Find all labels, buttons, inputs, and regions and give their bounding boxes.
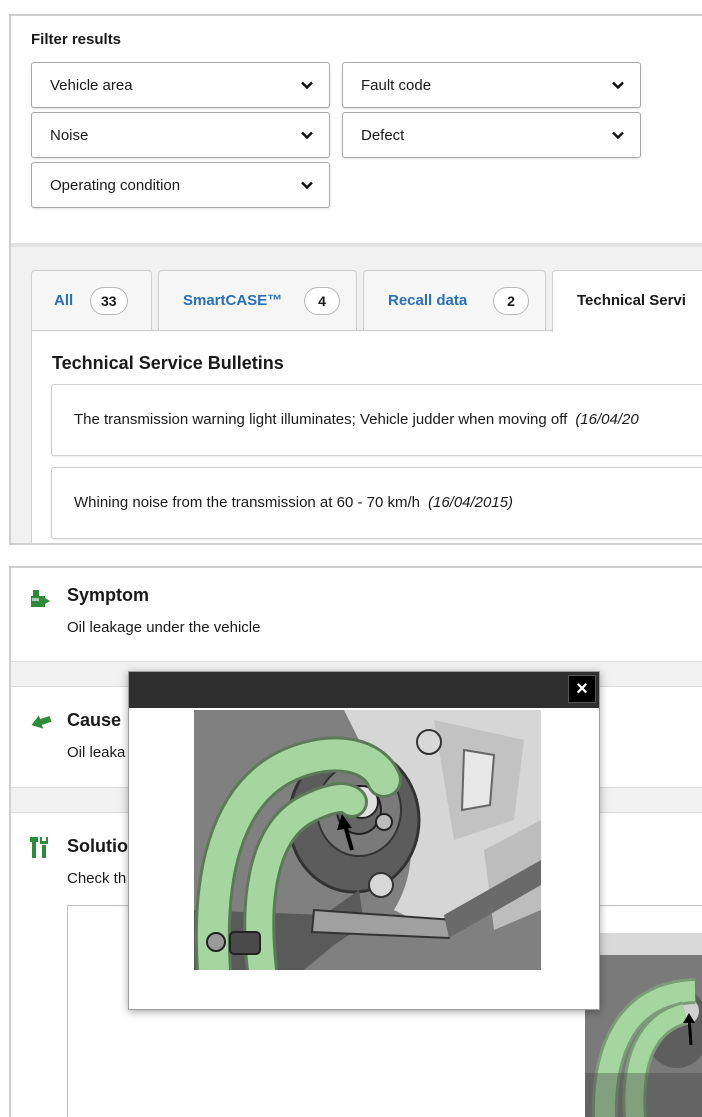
- bulletin-title: The transmission warning light illuminat…: [74, 411, 568, 428]
- count-badge: 33: [90, 287, 128, 315]
- cause-icon: [31, 715, 52, 729]
- cause-text: Oil leaka: [67, 744, 126, 761]
- dropdown-label: Noise: [50, 127, 89, 144]
- symptom-text: Oil leakage under the vehicle: [67, 619, 261, 636]
- bulletin-text: Whining noise from the transmission at 6…: [74, 494, 513, 511]
- chevron-down-icon: [612, 131, 624, 140]
- filter-title: Filter results: [31, 31, 122, 48]
- symptom-icon: [31, 590, 50, 607]
- tab-label: Technical Servi: [577, 292, 686, 309]
- chevron-down-icon: [612, 81, 624, 90]
- count-badge: 2: [493, 287, 529, 315]
- noise-dropdown[interactable]: Noise: [31, 112, 330, 158]
- close-button[interactable]: ×: [568, 675, 596, 703]
- transmission-illustration: [194, 710, 541, 970]
- bulletin-item[interactable]: The transmission warning light illuminat…: [51, 384, 702, 456]
- tab-recall-data[interactable]: Recall data 2: [363, 270, 546, 330]
- image-lightbox-modal: ×: [128, 671, 600, 1010]
- bulletin-title: Whining noise from the transmission at 6…: [74, 494, 420, 511]
- tab-content-panel: Technical Service Bulletins The transmis…: [31, 330, 702, 543]
- tab-label: All: [54, 292, 74, 309]
- dropdown-label: Defect: [361, 127, 405, 144]
- filter-section: Filter results Vehicle area Fault code N…: [11, 16, 702, 243]
- bulletin-text: The transmission warning light illuminat…: [74, 411, 639, 428]
- dropdown-label: Fault code: [361, 77, 432, 94]
- tab-label: SmartCASE™: [183, 292, 283, 309]
- solution-text: Check th: [67, 870, 127, 887]
- fault-code-dropdown[interactable]: Fault code: [342, 62, 641, 108]
- bulletin-date: (16/04/20: [575, 411, 639, 428]
- tab-all[interactable]: All 33: [31, 270, 152, 330]
- bulletin-date: (16/04/2015): [427, 494, 514, 511]
- solution-title: Solutio: [67, 836, 128, 856]
- search-results-panel: Filter results Vehicle area Fault code N…: [9, 14, 702, 545]
- dropdown-label: Vehicle area: [50, 77, 133, 94]
- tab-label: Recall data: [388, 292, 468, 309]
- chevron-down-icon: [301, 81, 313, 90]
- tab-smartcase[interactable]: SmartCASE™ 4: [158, 270, 357, 330]
- defect-dropdown[interactable]: Defect: [342, 112, 641, 158]
- count-badge: 4: [304, 287, 340, 315]
- tab-technical-service-bulletins[interactable]: Technical Servi: [552, 270, 702, 332]
- operating-condition-dropdown[interactable]: Operating condition: [31, 162, 330, 208]
- solution-tools-icon: [30, 837, 48, 858]
- modal-header: [129, 672, 599, 708]
- symptom-title: Symptom: [67, 585, 150, 605]
- chevron-down-icon: [301, 131, 313, 140]
- dropdown-label: Operating condition: [50, 177, 181, 194]
- chevron-down-icon: [301, 181, 313, 190]
- results-tabs-section: All 33 SmartCASE™ 4 Recall data 2 Techni…: [11, 247, 702, 543]
- cause-title: Cause: [67, 710, 122, 730]
- section-heading: Technical Service Bulletins: [52, 353, 284, 373]
- bulletin-item[interactable]: Whining noise from the transmission at 6…: [51, 467, 702, 539]
- vehicle-area-dropdown[interactable]: Vehicle area: [31, 62, 330, 108]
- solution-thumbnail[interactable]: [585, 933, 702, 1117]
